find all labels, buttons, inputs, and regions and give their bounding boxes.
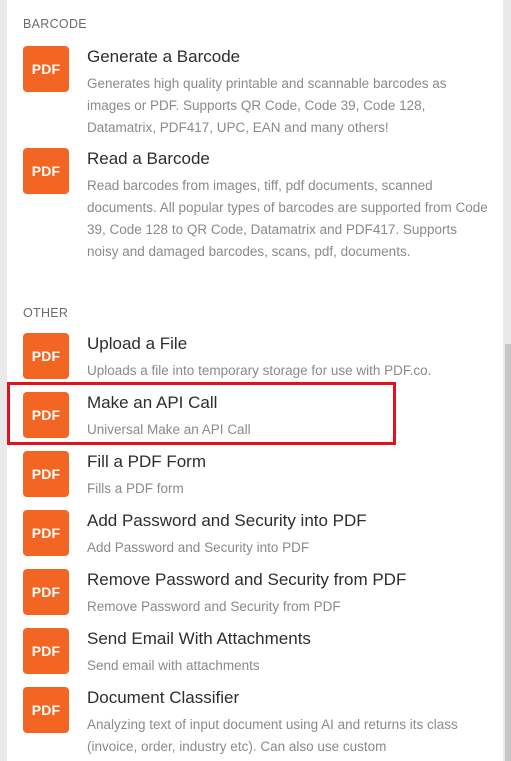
module-title: Read a Barcode bbox=[87, 149, 210, 168]
module-title: Remove Password and Security from PDF bbox=[87, 570, 407, 589]
module-description: Uploads a file into temporary storage fo… bbox=[87, 363, 432, 378]
module-title: Add Password and Security into PDF bbox=[87, 511, 367, 530]
module-title: Generate a Barcode bbox=[87, 47, 241, 66]
module-description: Analyzing text of input document using A… bbox=[87, 717, 458, 754]
pdf-app-icon: PDF bbox=[23, 628, 69, 674]
pdf-app-icon: PDF bbox=[23, 687, 69, 733]
pdf-app-icon: PDF bbox=[23, 510, 69, 556]
pdf-app-icon: PDF bbox=[23, 333, 69, 379]
pdf-app-icon: PDF bbox=[23, 569, 69, 615]
module-description: Generates high quality printable and sca… bbox=[87, 76, 447, 135]
module-description: Send email with attachments bbox=[87, 658, 260, 673]
pdf-app-icon: PDF bbox=[23, 392, 69, 438]
module-title: Document Classifier bbox=[87, 688, 240, 707]
pdf-app-icon: PDF bbox=[23, 451, 69, 497]
pdf-app-icon: PDF bbox=[23, 46, 69, 92]
module-description: Add Password and Security into PDF bbox=[87, 540, 310, 555]
module-description: Remove Password and Security from PDF bbox=[87, 599, 341, 614]
module-title: Send Email With Attachments bbox=[87, 629, 311, 648]
section-header-barcode: BARCODE bbox=[23, 17, 87, 31]
module-title: Make an API Call bbox=[87, 393, 218, 412]
scrollbar-thumb[interactable] bbox=[505, 344, 511, 761]
module-description: Fills a PDF form bbox=[87, 481, 184, 496]
section-header-other: OTHER bbox=[23, 306, 69, 320]
module-title: Upload a File bbox=[87, 334, 188, 353]
pdf-app-icon: PDF bbox=[23, 148, 69, 194]
module-title: Fill a PDF Form bbox=[87, 452, 206, 471]
module-description: Universal Make an API Call bbox=[87, 422, 251, 437]
module-list-panel: BARCODE PDF Generate a Barcode Generates… bbox=[7, 0, 503, 761]
module-description: Read barcodes from images, tiff, pdf doc… bbox=[87, 178, 488, 259]
